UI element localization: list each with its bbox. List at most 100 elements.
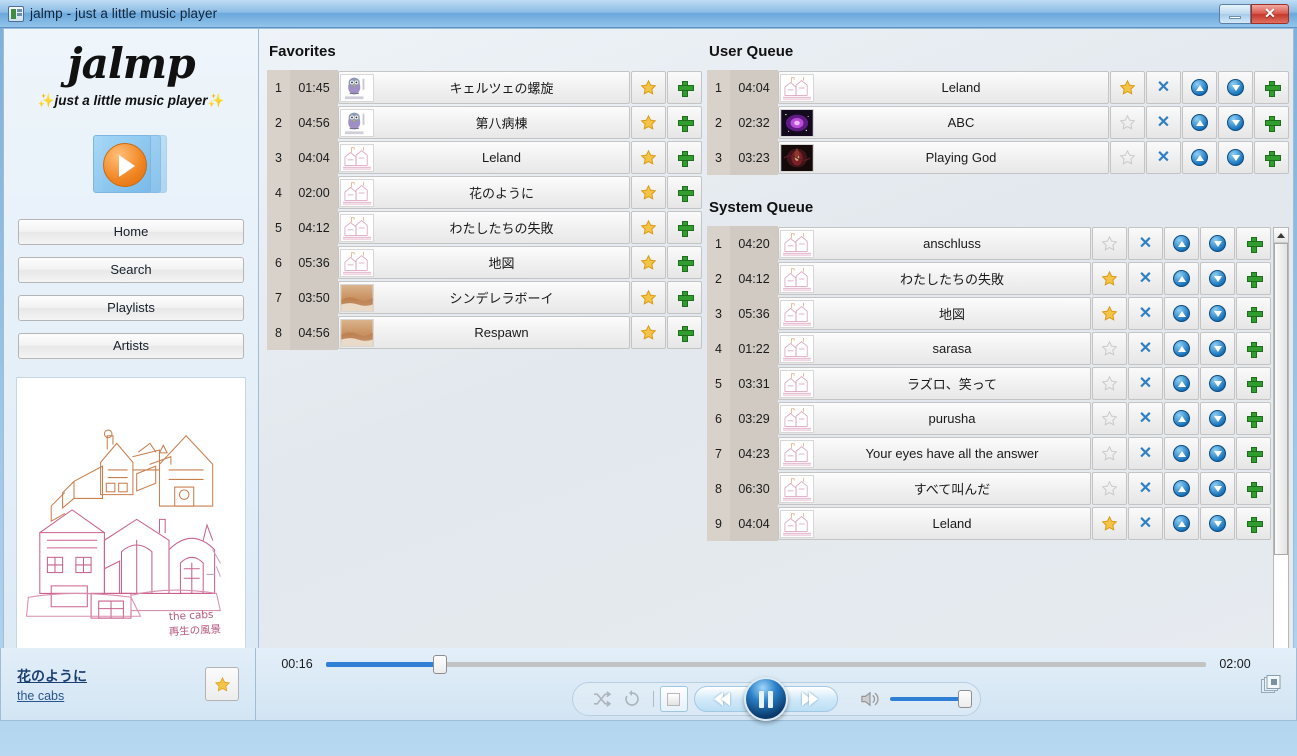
- move-up-button[interactable]: [1164, 332, 1199, 365]
- now-playing-artist[interactable]: the cabs: [17, 689, 205, 703]
- remove-button[interactable]: ✕: [1128, 402, 1163, 435]
- add-to-queue-button[interactable]: [1236, 437, 1271, 470]
- add-to-queue-button[interactable]: [667, 141, 702, 174]
- track-row[interactable]: 7 03:50 シンデレラボーイ: [267, 280, 702, 315]
- add-to-queue-button[interactable]: [667, 246, 702, 279]
- add-to-queue-button[interactable]: [1236, 367, 1271, 400]
- track-main[interactable]: 地図: [338, 246, 630, 279]
- move-up-button[interactable]: [1164, 402, 1199, 435]
- track-row[interactable]: 3 05:36 地図 ✕: [707, 296, 1271, 331]
- move-down-button[interactable]: [1218, 141, 1253, 174]
- remove-button[interactable]: ✕: [1146, 141, 1181, 174]
- track-main[interactable]: わたしたちの失敗: [778, 262, 1091, 295]
- scroll-up-button[interactable]: [1274, 228, 1288, 243]
- stop-button[interactable]: [659, 686, 688, 712]
- favorite-button[interactable]: [631, 141, 666, 174]
- scrollbar-thumb[interactable]: [1274, 243, 1288, 555]
- move-down-button[interactable]: [1200, 402, 1235, 435]
- track-row[interactable]: 1 01:45 キェルツェの螺旋: [267, 70, 702, 105]
- now-playing-title[interactable]: 花のように: [17, 666, 205, 686]
- move-down-button[interactable]: [1200, 507, 1235, 540]
- add-to-queue-button[interactable]: [1236, 507, 1271, 540]
- close-button[interactable]: ✕: [1251, 3, 1289, 24]
- layers-button[interactable]: [1260, 674, 1282, 696]
- next-button[interactable]: [781, 686, 838, 712]
- favorite-button[interactable]: [631, 106, 666, 139]
- add-to-queue-button[interactable]: [1236, 402, 1271, 435]
- favorite-button[interactable]: [631, 246, 666, 279]
- favorite-button[interactable]: [1110, 141, 1145, 174]
- add-to-queue-button[interactable]: [667, 211, 702, 244]
- track-main[interactable]: Respawn: [338, 316, 630, 349]
- track-main[interactable]: ラズロ、笑って: [778, 367, 1091, 400]
- favorite-button[interactable]: [1092, 507, 1127, 540]
- favorite-button[interactable]: [1110, 71, 1145, 104]
- sidebar-item-search[interactable]: Search: [18, 257, 244, 283]
- add-to-queue-button[interactable]: [667, 176, 702, 209]
- minimize-button[interactable]: [1219, 3, 1251, 24]
- remove-button[interactable]: ✕: [1146, 106, 1181, 139]
- move-up-button[interactable]: [1182, 71, 1217, 104]
- move-up-button[interactable]: [1164, 367, 1199, 400]
- remove-button[interactable]: ✕: [1128, 227, 1163, 260]
- sidebar-item-playlists[interactable]: Playlists: [18, 295, 244, 321]
- volume-handle[interactable]: [957, 690, 972, 708]
- remove-button[interactable]: ✕: [1128, 472, 1163, 505]
- track-row[interactable]: 6 05:36 地図: [267, 245, 702, 280]
- track-main[interactable]: ABC: [778, 106, 1109, 139]
- add-to-queue-button[interactable]: [667, 106, 702, 139]
- track-main[interactable]: Your eyes have all the answer: [778, 437, 1091, 470]
- shuffle-button[interactable]: [587, 686, 617, 712]
- move-up-button[interactable]: [1182, 106, 1217, 139]
- add-to-queue-button[interactable]: [667, 71, 702, 104]
- track-main[interactable]: シンデレラボーイ: [338, 281, 630, 314]
- move-down-button[interactable]: [1200, 227, 1235, 260]
- favorite-button[interactable]: [1092, 402, 1127, 435]
- remove-button[interactable]: ✕: [1128, 367, 1163, 400]
- track-main[interactable]: purusha: [778, 402, 1091, 435]
- track-row[interactable]: 4 01:22 sarasa ✕: [707, 331, 1271, 366]
- track-row[interactable]: 8 04:56 Respawn: [267, 315, 702, 350]
- remove-button[interactable]: ✕: [1128, 507, 1163, 540]
- favorite-button[interactable]: [1092, 332, 1127, 365]
- favorite-button[interactable]: [1092, 437, 1127, 470]
- track-row[interactable]: 5 03:31 ラズロ、笑って ✕: [707, 366, 1271, 401]
- track-row[interactable]: 7 04:23 Your eyes have all the answer ✕: [707, 436, 1271, 471]
- track-main[interactable]: Leland: [778, 71, 1109, 104]
- move-down-button[interactable]: [1218, 106, 1253, 139]
- track-main[interactable]: Playing God: [778, 141, 1109, 174]
- track-main[interactable]: すべて叫んだ: [778, 472, 1091, 505]
- track-main[interactable]: 花のように: [338, 176, 630, 209]
- remove-button[interactable]: ✕: [1128, 332, 1163, 365]
- track-main[interactable]: anschluss: [778, 227, 1091, 260]
- add-to-queue-button[interactable]: [1236, 227, 1271, 260]
- add-to-queue-button[interactable]: [667, 316, 702, 349]
- sidebar-item-home[interactable]: Home: [18, 219, 244, 245]
- seek-slider[interactable]: [326, 654, 1206, 674]
- move-up-button[interactable]: [1164, 297, 1199, 330]
- volume-slider[interactable]: [889, 690, 972, 708]
- track-main[interactable]: 第八病棟: [338, 106, 630, 139]
- move-down-button[interactable]: [1200, 332, 1235, 365]
- track-main[interactable]: わたしたちの失敗: [338, 211, 630, 244]
- move-down-button[interactable]: [1200, 367, 1235, 400]
- track-row[interactable]: 5 04:12 わたしたちの失敗: [267, 210, 702, 245]
- track-main[interactable]: 地図: [778, 297, 1091, 330]
- move-down-button[interactable]: [1200, 472, 1235, 505]
- favorite-button[interactable]: [1092, 227, 1127, 260]
- move-down-button[interactable]: [1218, 71, 1253, 104]
- track-row[interactable]: 6 03:29 purusha ✕: [707, 401, 1271, 436]
- favorite-button[interactable]: [1092, 262, 1127, 295]
- move-down-button[interactable]: [1200, 297, 1235, 330]
- repeat-button[interactable]: [617, 686, 647, 712]
- album-art[interactable]: the cabs 再生の風景: [16, 377, 246, 675]
- favorite-button[interactable]: [631, 176, 666, 209]
- add-to-queue-button[interactable]: [1254, 106, 1289, 139]
- track-row[interactable]: 9 04:04 Leland ✕: [707, 506, 1271, 541]
- add-to-queue-button[interactable]: [1236, 297, 1271, 330]
- favorite-button[interactable]: [1092, 367, 1127, 400]
- scrollbar-track[interactable]: [1274, 243, 1288, 659]
- now-playing-favorite-button[interactable]: [205, 667, 239, 701]
- track-row[interactable]: 8 06:30 すべて叫んだ ✕: [707, 471, 1271, 506]
- favorite-button[interactable]: [631, 281, 666, 314]
